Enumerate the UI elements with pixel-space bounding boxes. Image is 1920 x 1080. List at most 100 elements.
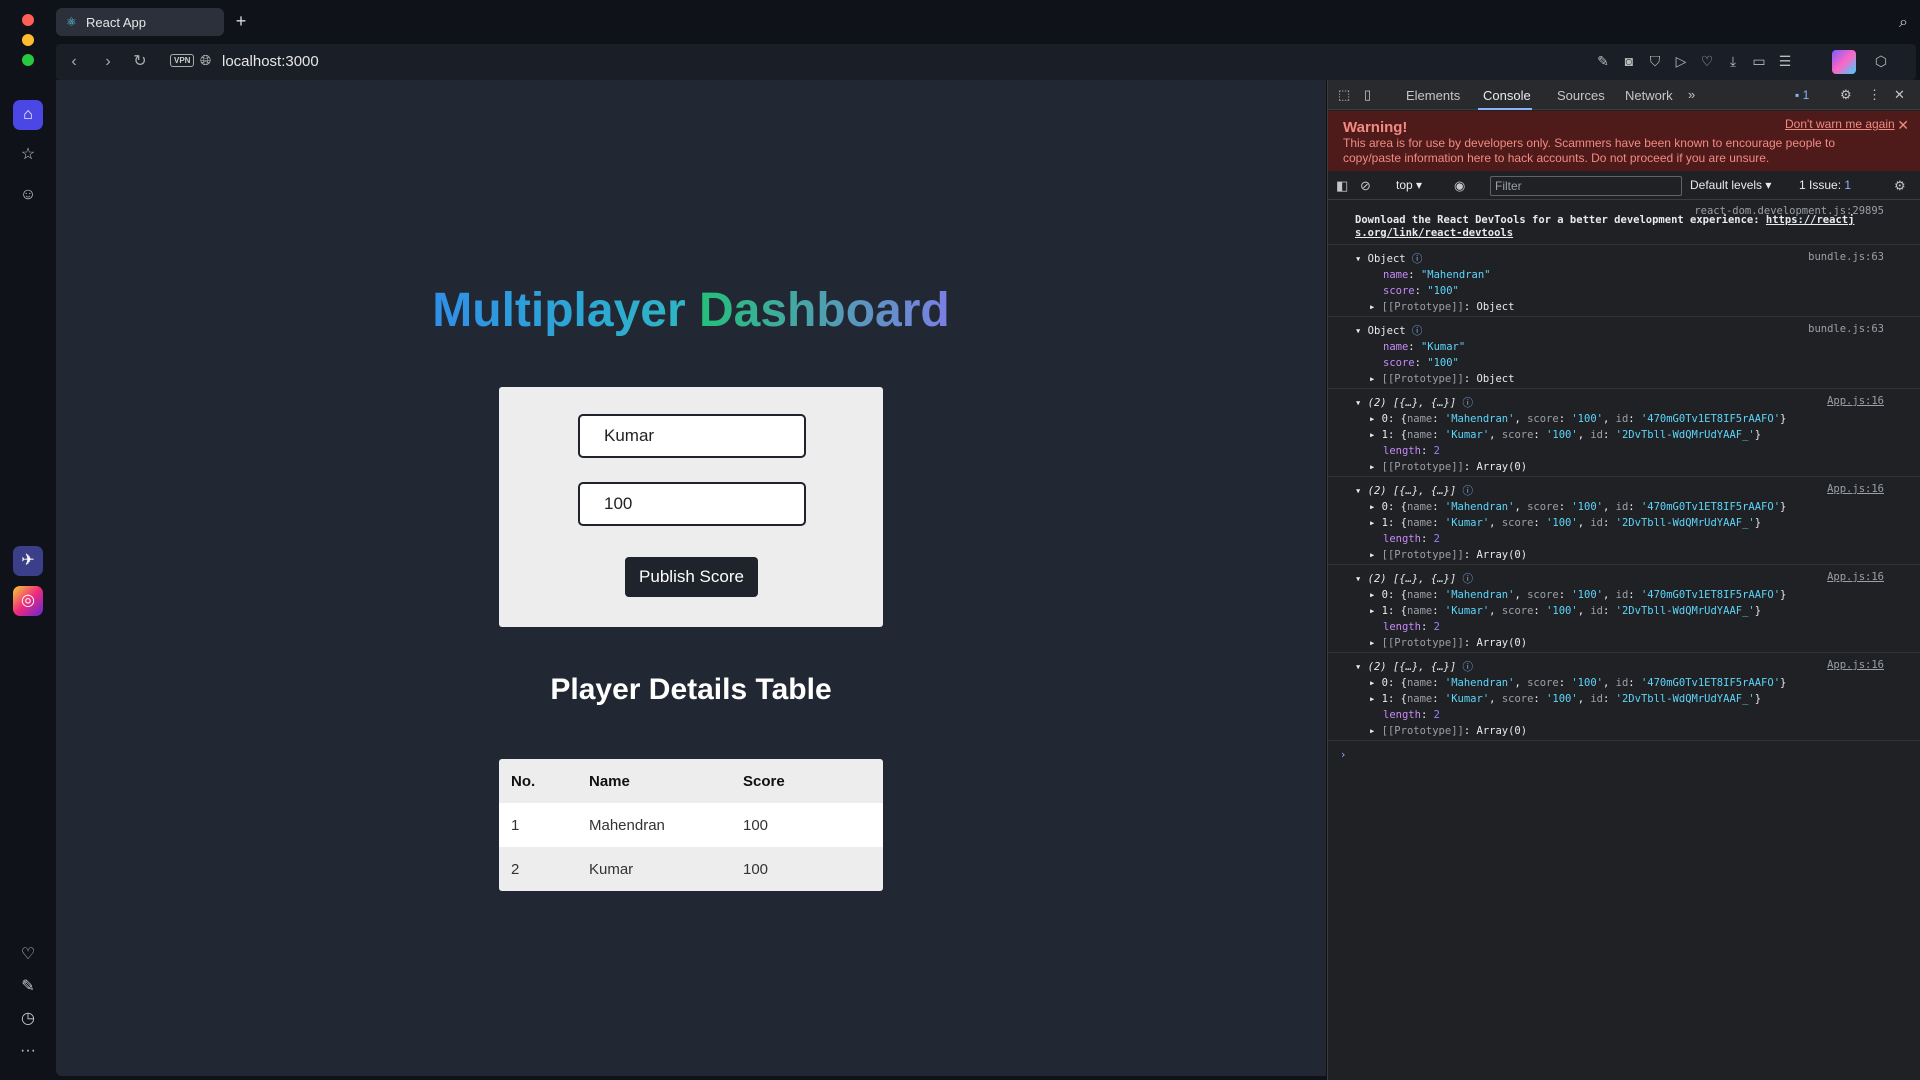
source-link[interactable]: App.js:16 [1827,571,1884,583]
more-icon[interactable]: ··· [13,1036,43,1066]
item-name: 'Kumar' [1444,517,1490,529]
play-icon[interactable]: ▷ [1672,53,1690,70]
console-array-entry[interactable]: App.js:16 ▾ (2) [{…}, {…}] ⓘ ▸ 0: {name:… [1328,389,1920,477]
app-shortcut-icon[interactable]: ✈ [13,546,43,576]
heart-icon[interactable]: ♡ [1698,53,1716,70]
array-item[interactable]: ▸ 1: {name: 'Kumar', score: '100', id: '… [1328,603,1920,619]
devtools-link-cont[interactable]: s.org/link/react-devtools [1355,227,1513,240]
array-item[interactable]: ▸ 0: {name: 'Mahendran', score: '100', i… [1328,587,1920,603]
minimize-window-button[interactable] [22,34,34,46]
source-link[interactable]: App.js:16 [1827,659,1884,671]
length-value: 2 [1433,533,1440,545]
levels-dropdown[interactable]: Default levels ▾ [1690,178,1771,192]
reload-icon[interactable]: ↻ [130,52,150,72]
notes-icon[interactable]: ✎ [13,972,43,1002]
array-item[interactable]: ▸ 0: {name: 'Mahendran', score: '100', i… [1328,675,1920,691]
array-item[interactable]: ▸ 1: {name: 'Kumar', score: '100', id: '… [1328,691,1920,707]
prototype-row[interactable]: ▸ [[Prototype]]: Array(0) [1328,459,1920,475]
source-link[interactable]: App.js:16 [1827,395,1884,407]
source-link[interactable]: bundle.js:63 [1808,251,1884,263]
source-link[interactable]: App.js:16 [1827,483,1884,495]
array-item[interactable]: ▸ 0: {name: 'Mahendran', score: '100', i… [1328,411,1920,427]
shield-icon[interactable]: ⛉ [1646,53,1664,70]
maximize-window-button[interactable] [22,54,34,66]
item-id: '2DvTbll-WdQMrUdYAAF_' [1615,605,1755,617]
settings-gear-icon[interactable]: ⚙ [1840,87,1852,103]
more-tabs-icon[interactable]: » [1688,87,1695,102]
devtools-link[interactable]: https://reactj [1766,214,1855,226]
prototype-row[interactable]: ▸ [[Prototype]]: Object [1328,299,1920,315]
console-object-entry[interactable]: bundle.js:63 ▾ Object ⓘ name: "Kumar" sc… [1328,317,1920,389]
eye-icon[interactable]: ◉ [1454,178,1465,194]
array-summary: (2) [{…}, {…}] [1367,661,1457,673]
array-item[interactable]: ▸ 1: {name: 'Kumar', score: '100', id: '… [1328,427,1920,443]
prototype-row[interactable]: ▸ [[Prototype]]: Object [1328,371,1920,387]
sidebar-toggle-icon[interactable]: ◧ [1336,178,1348,194]
array-length: length: 2 [1383,445,1440,457]
wallet-icon[interactable]: ▭ [1750,53,1768,70]
console-prompt[interactable]: › [1328,749,1920,761]
download-icon[interactable]: ⤓ [1724,53,1742,70]
console-array-entry[interactable]: App.js:16 ▾ (2) [{…}, {…}] ⓘ ▸ 0: {name:… [1328,477,1920,565]
tab-console[interactable]: Console [1483,88,1531,103]
prototype-row[interactable]: ▸ [[Prototype]]: Array(0) [1328,723,1920,739]
new-tab-icon[interactable]: + [232,12,250,30]
vpn-badge[interactable]: VPN [170,54,195,67]
context-selector[interactable]: top ▾ [1396,178,1422,192]
prototype-row[interactable]: ▸ [[Prototype]]: Array(0) [1328,635,1920,651]
table-header-row: No. Name Score [499,759,883,803]
search-icon[interactable]: ⌕ [1899,14,1908,32]
column-header: Name [577,759,731,803]
tab-elements[interactable]: Elements [1406,88,1460,103]
player-name-input[interactable]: Kumar [578,414,806,458]
camera-icon[interactable]: ◙ [1620,53,1638,69]
array-length: length: 2 [1383,621,1440,633]
clear-console-icon[interactable]: ⊘ [1360,178,1371,194]
issues-indicator[interactable]: 1 Issue: 1 [1799,178,1851,192]
levels-label: Default levels [1690,178,1763,192]
issues-badge[interactable]: ▪ 1 [1795,88,1809,102]
back-icon[interactable]: ‹ [64,52,84,72]
tab-sources[interactable]: Sources [1557,88,1605,103]
instagram-icon[interactable]: ◎ [13,586,43,616]
array-summary: (2) [{…}, {…}] [1367,397,1457,409]
page-viewport: Multiplayer Dashboard Kumar 100 Publish … [56,80,1326,1076]
close-warning-icon[interactable]: ✕ [1897,117,1909,134]
profile-avatar[interactable] [1832,50,1856,74]
issues-badge-count: 1 [1802,88,1810,102]
edit-icon[interactable]: ✎ [1594,53,1612,70]
prototype-row[interactable]: ▸ [[Prototype]]: Array(0) [1328,547,1920,563]
device-toolbar-icon[interactable]: ▯ [1364,87,1371,103]
score-input[interactable]: 100 [578,482,806,526]
forward-icon[interactable]: › [98,52,118,72]
proto-value: Object [1476,373,1515,385]
array-item[interactable]: ▸ 0: {name: 'Mahendran', score: '100', i… [1328,499,1920,515]
close-devtools-icon[interactable]: ✕ [1894,87,1905,103]
source-link[interactable]: bundle.js:63 [1808,323,1884,335]
url-field[interactable]: localhost:3000 [222,53,319,70]
length-value: 2 [1433,445,1440,457]
array-item[interactable]: ▸ 1: {name: 'Kumar', score: '100', id: '… [1328,515,1920,531]
favorites-heart-icon[interactable]: ♡ [13,940,43,970]
console-settings-icon[interactable]: ⚙ [1894,178,1906,194]
console-array-entry[interactable]: App.js:16 ▾ (2) [{…}, {…}] ⓘ ▸ 0: {name:… [1328,565,1920,653]
star-icon[interactable]: ☆ [13,140,43,170]
issues-label: 1 Issue: [1799,178,1842,192]
browser-tab[interactable]: ⚛ React App [56,8,224,36]
box-icon[interactable]: ⬡ [1872,53,1890,70]
dont-warn-link[interactable]: Don't warn me again [1785,117,1895,131]
kebab-menu-icon[interactable]: ⋮ [1868,87,1881,103]
emoji-icon[interactable]: ☺ [13,180,43,210]
home-icon[interactable]: ⌂ [13,100,43,130]
address-bar: ‹ › ↻ VPN 🌐︎ localhost:3000 ✎ ◙ ⛉ ▷ ♡ ⤓ … [56,44,1916,80]
console-array-entry[interactable]: App.js:16 ▾ (2) [{…}, {…}] ⓘ ▸ 0: {name:… [1328,653,1920,741]
console-object-entry[interactable]: bundle.js:63 ▾ Object ⓘ name: "Mahendran… [1328,245,1920,317]
proto-value: Array(0) [1476,725,1528,737]
close-window-button[interactable] [22,14,34,26]
filter-input[interactable]: Filter [1490,176,1682,196]
publish-score-button[interactable]: Publish Score [625,557,758,597]
menu-icon[interactable]: ☰ [1776,53,1794,70]
inspect-icon[interactable]: ⬚ [1338,87,1350,103]
tab-network[interactable]: Network [1625,88,1673,103]
history-icon[interactable]: ◷ [13,1004,43,1034]
